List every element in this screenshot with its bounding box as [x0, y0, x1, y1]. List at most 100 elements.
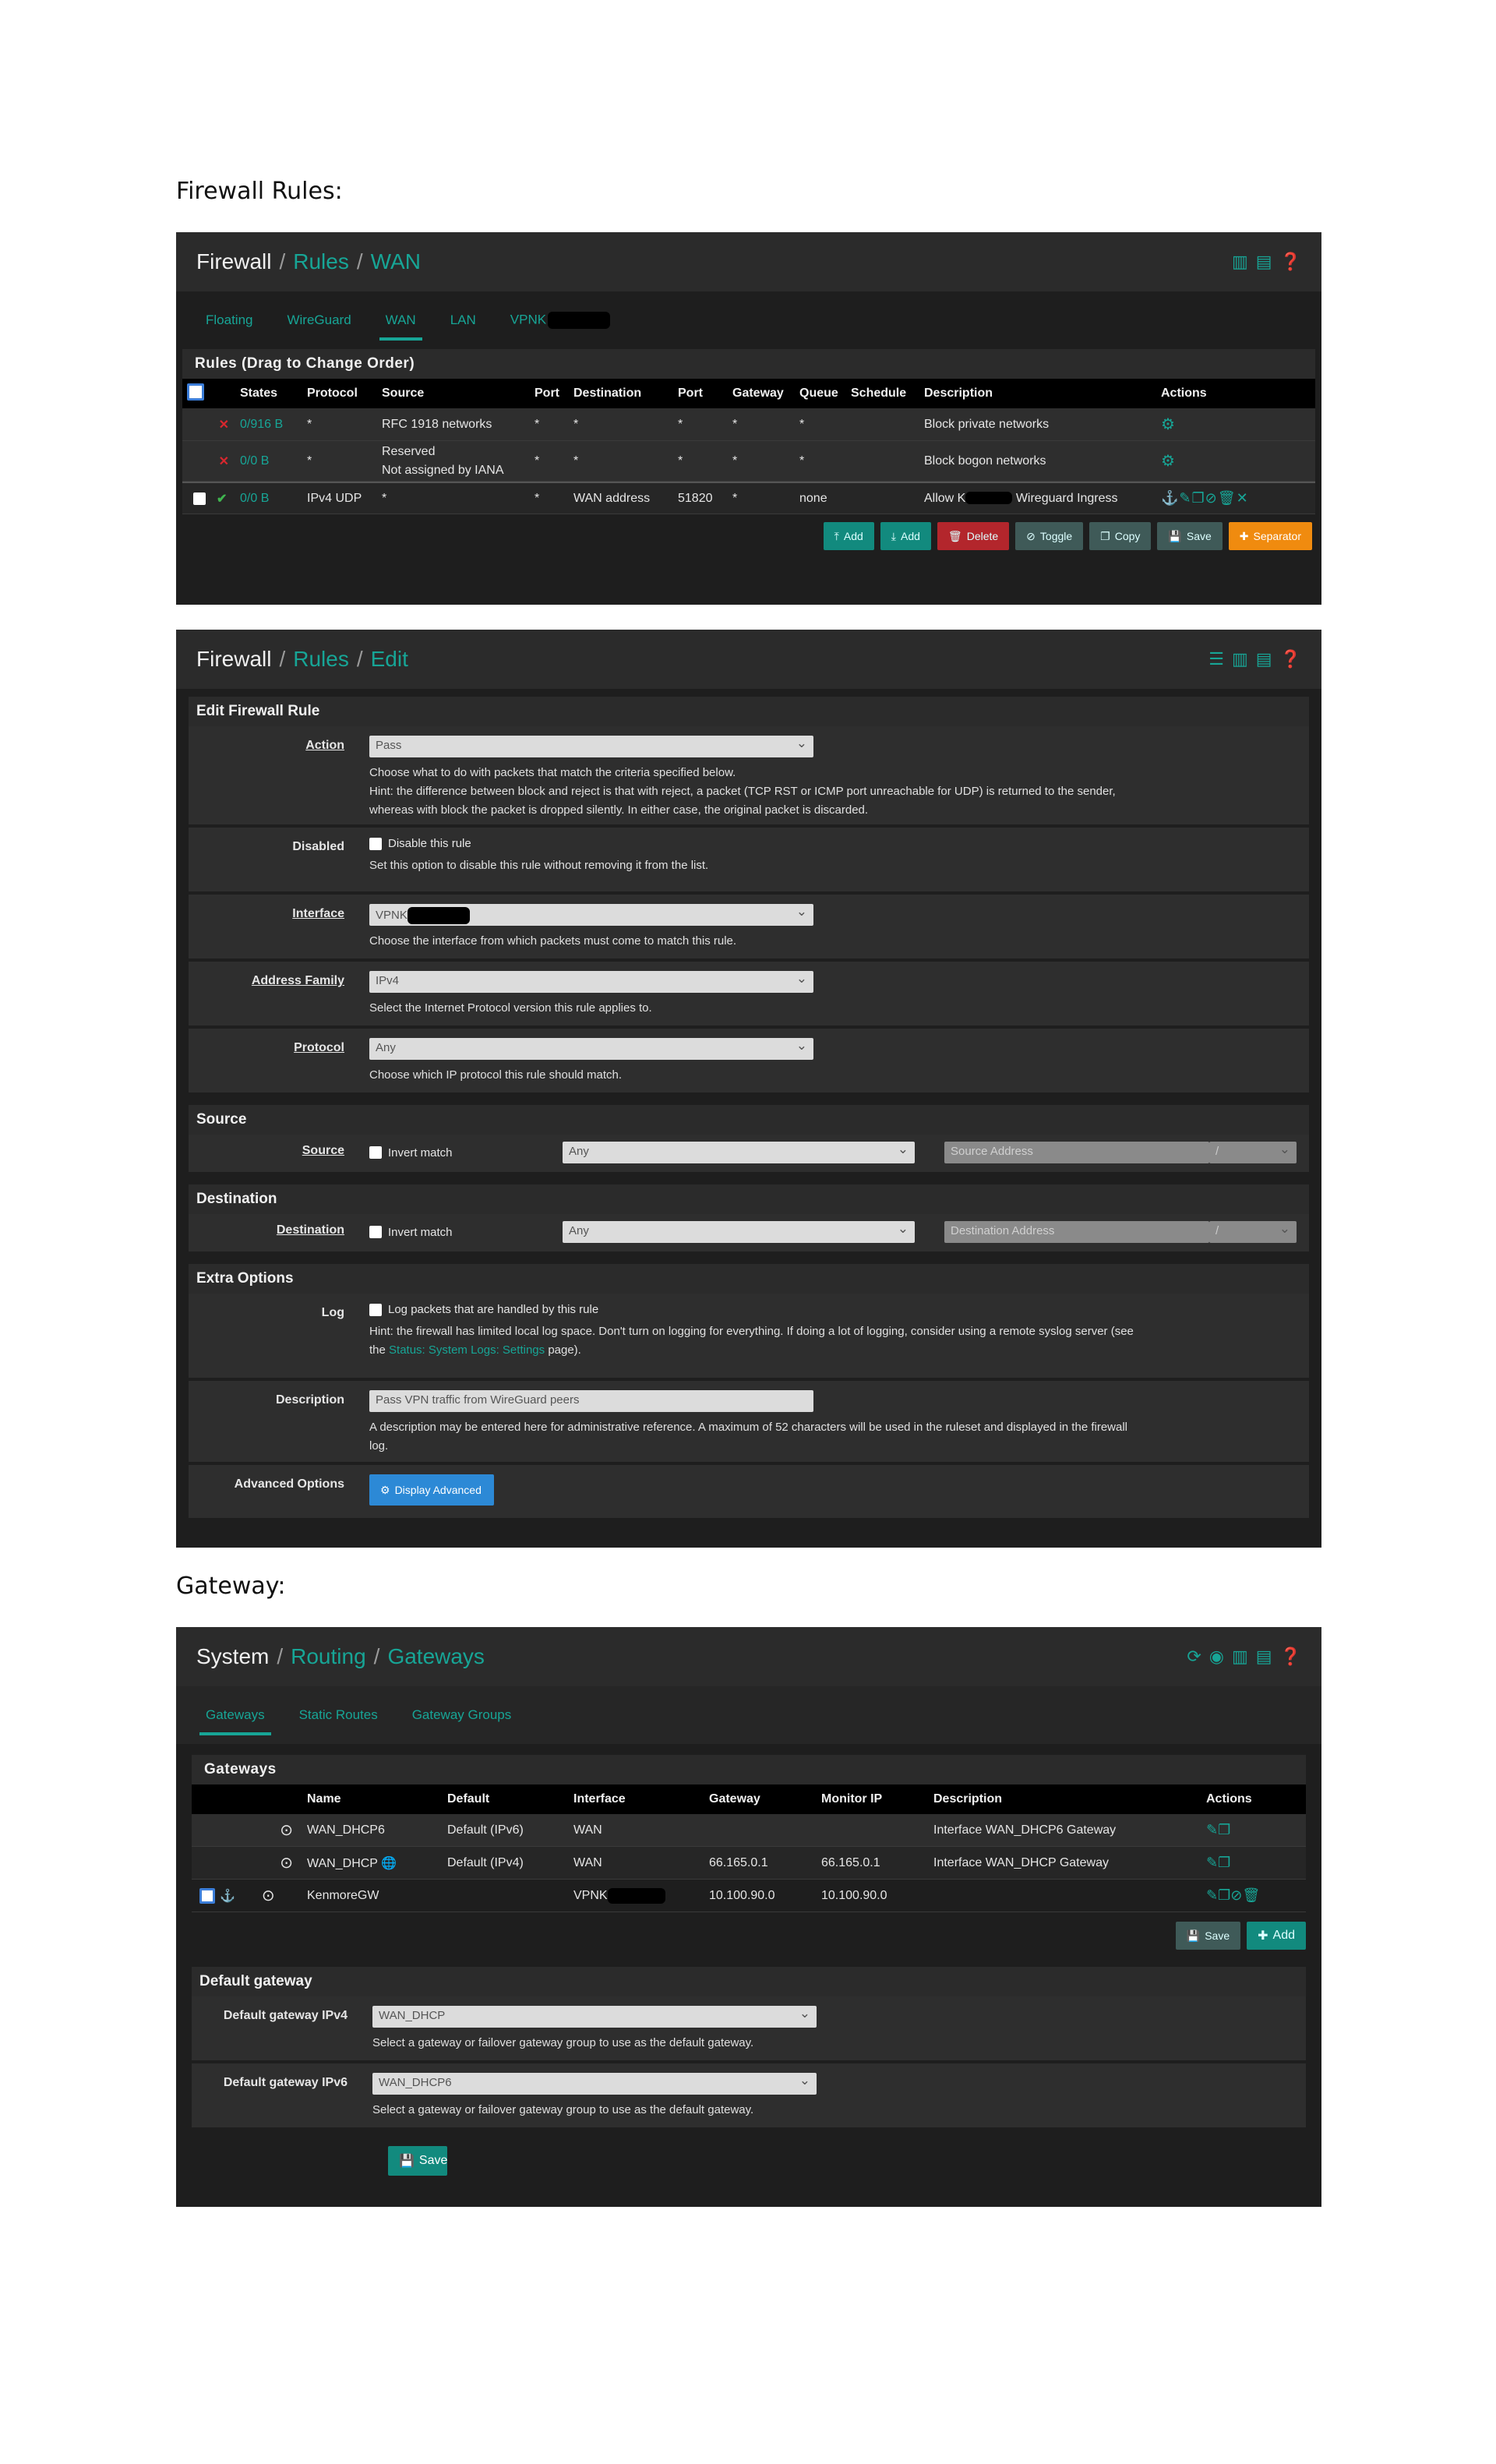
plus-icon: ✚	[1258, 1929, 1268, 1943]
row-source-port: *	[535, 491, 540, 505]
action-select[interactable]: Pass	[369, 736, 813, 757]
destination-address-input[interactable]: Destination Address	[944, 1221, 1209, 1243]
description-input[interactable]: Pass VPN traffic from WireGuard peers	[369, 1390, 813, 1412]
copy-button[interactable]: ❐ Copy	[1089, 522, 1152, 550]
tab-floating[interactable]: Floating	[192, 292, 266, 348]
pencil-icon[interactable]: ✎	[1179, 490, 1191, 506]
delete-button[interactable]: 🗑 Delete	[937, 522, 1010, 550]
table-row[interactable]: ⊙ WAN_DHCP6 Default (IPv6) WAN Interface…	[192, 1814, 1306, 1847]
tab-lan[interactable]: LAN	[436, 292, 490, 348]
table-row[interactable]: ⊙ WAN_DHCP 🌐 Default (IPv4) WAN 66.165.0…	[192, 1847, 1306, 1880]
disable-icon[interactable]: ⊘	[1205, 490, 1218, 506]
list-icon[interactable]: ▤	[1256, 1647, 1272, 1667]
tab-vpnk[interactable]: VPNK	[496, 291, 624, 349]
tab-wireguard[interactable]: WireGuard	[273, 292, 365, 348]
disable-icon[interactable]: ⊘	[1230, 1887, 1242, 1903]
pencil-icon[interactable]: ✎	[1206, 1822, 1218, 1837]
copy-icon[interactable]: ❐	[1192, 490, 1205, 506]
log-checkbox[interactable]	[369, 1303, 382, 1316]
online-check-icon: ⊙	[280, 1822, 293, 1839]
trash-icon[interactable]: 🗑	[1218, 490, 1237, 506]
tab-static-routes[interactable]: Static Routes	[285, 1687, 392, 1743]
add-label: Add	[1272, 1929, 1295, 1942]
log-label: Log	[321, 1306, 344, 1319]
system-logs-settings-link[interactable]: Status: System Logs: Settings	[389, 1343, 545, 1357]
row-states[interactable]: 0/0 B	[237, 454, 304, 468]
close-icon[interactable]: ✕	[1237, 490, 1249, 506]
tab-gateways[interactable]: Gateways	[192, 1687, 279, 1743]
add-bottom-button[interactable]: ⤓ Add	[880, 522, 931, 550]
save-default-gateway-button[interactable]: 💾 Save	[388, 2146, 447, 2176]
copy-icon[interactable]: ❐	[1218, 1822, 1230, 1837]
destination-type-select[interactable]: Any	[563, 1221, 915, 1243]
source-type-select[interactable]: Any	[563, 1142, 915, 1163]
help-icon[interactable]: ❓	[1280, 252, 1301, 272]
sliders-icon[interactable]: ☰	[1208, 649, 1224, 669]
gear-icon[interactable]: ⚙	[1158, 451, 1236, 471]
chart-icon[interactable]: ▥	[1232, 252, 1248, 272]
tab-gateway-groups[interactable]: Gateway Groups	[398, 1687, 526, 1743]
table-row[interactable]: ✔ 0/0 B IPv4 UDP * * WAN address 51820 *…	[182, 482, 1315, 514]
anchor-icon[interactable]: ⚓	[220, 1888, 235, 1904]
anchor-icon[interactable]: ⚓	[1161, 490, 1179, 506]
breadcrumb-rules[interactable]: Rules	[293, 647, 349, 672]
list-icon[interactable]: ▤	[1256, 649, 1272, 669]
save-button[interactable]: 💾 Save	[1157, 522, 1223, 550]
row-description-start: Allow K	[924, 491, 966, 505]
online-check-icon: ⊙	[261, 1887, 275, 1904]
tab-wan[interactable]: WAN	[372, 292, 430, 348]
select-all-checkbox[interactable]	[187, 383, 204, 401]
help-icon[interactable]: ❓	[1280, 649, 1301, 669]
gear-icon[interactable]: ⚙	[1158, 415, 1236, 434]
tab-vpnk-label: VPNK	[510, 312, 547, 327]
add-top-button[interactable]: ⤒ Add	[823, 522, 874, 550]
breadcrumb-routing[interactable]: Routing	[291, 1644, 366, 1669]
source-invert-checkbox[interactable]	[369, 1146, 382, 1159]
stop-icon[interactable]: ◉	[1209, 1647, 1224, 1667]
separator-label: Separator	[1253, 530, 1301, 542]
copy-icon[interactable]: ❐	[1218, 1887, 1230, 1903]
row-checkbox[interactable]	[193, 492, 206, 505]
breadcrumb-rules[interactable]: Rules	[293, 249, 349, 274]
breadcrumb-edit[interactable]: Edit	[371, 647, 408, 672]
pencil-icon[interactable]: ✎	[1206, 1855, 1218, 1870]
help-icon[interactable]: ❓	[1280, 1647, 1301, 1667]
chart-icon[interactable]: ▥	[1232, 1647, 1248, 1667]
chart-icon[interactable]: ▥	[1232, 649, 1248, 669]
copy-icon[interactable]: ❐	[1218, 1855, 1230, 1870]
row-checkbox[interactable]	[199, 1887, 215, 1904]
pencil-icon[interactable]: ✎	[1206, 1887, 1218, 1903]
row-states[interactable]: 0/0 B	[237, 492, 304, 506]
table-row[interactable]: ✕ 0/916 B * RFC 1918 networks * * * * * …	[182, 408, 1315, 441]
display-advanced-button[interactable]: ⚙ Display Advanced	[369, 1474, 494, 1506]
firewall-rules-panel: Firewall / Rules / WAN ▥ ▤ ❓ Floating Wire…	[176, 232, 1321, 605]
save-button[interactable]: 💾 Save	[1175, 1922, 1241, 1950]
row-states[interactable]: 0/916 B	[237, 418, 304, 432]
breadcrumb-gateways[interactable]: Gateways	[387, 1644, 485, 1669]
source-mask-select[interactable]: /	[1209, 1142, 1297, 1163]
default-gateway-section-title: Default gateway	[192, 1967, 1306, 1996]
default-gateway-ipv4-select[interactable]: WAN_DHCP	[372, 2006, 817, 2028]
interface-select[interactable]: VPNK	[369, 904, 813, 926]
trash-icon[interactable]: 🗑	[1242, 1887, 1260, 1903]
add-gateway-button[interactable]: ✚ Add	[1247, 1922, 1306, 1950]
separator-button[interactable]: ✚ Separator	[1228, 522, 1312, 550]
trash-icon: 🗑	[947, 529, 962, 542]
default-gateway-ipv6-select[interactable]: WAN_DHCP6	[372, 2073, 817, 2095]
toggle-button[interactable]: ⊘ Toggle	[1015, 522, 1084, 550]
list-icon[interactable]: ▤	[1256, 252, 1272, 272]
refresh-icon[interactable]: ⟳	[1187, 1647, 1201, 1667]
source-address-input[interactable]: Source Address	[944, 1142, 1209, 1163]
address-family-select[interactable]: IPv4	[369, 971, 813, 993]
protocol-select[interactable]: Any	[369, 1038, 813, 1060]
breadcrumb-wan[interactable]: WAN	[371, 249, 421, 274]
disable-rule-checkbox[interactable]	[369, 837, 382, 850]
table-row[interactable]: ✕ 0/0 B * Reserved Not assigned by IANA *…	[182, 441, 1315, 482]
floppy-icon: 💾	[1168, 529, 1182, 542]
row-queue: *	[799, 417, 805, 431]
table-row[interactable]: ⚓ ⊙ KenmoreGW VPNK 10.100.90.0 10.100.90…	[192, 1880, 1306, 1912]
destination-mask-select[interactable]: /	[1209, 1221, 1297, 1243]
row-protocol: IPv4 UDP	[307, 491, 362, 505]
destination-invert-checkbox[interactable]	[369, 1226, 382, 1238]
row-default: Default (IPv4)	[447, 1855, 524, 1869]
